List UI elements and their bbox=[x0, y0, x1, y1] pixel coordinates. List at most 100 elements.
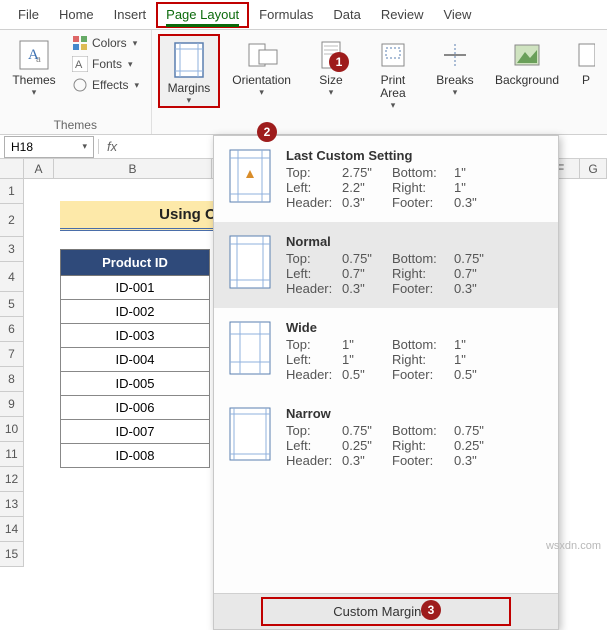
col-header-g[interactable]: G bbox=[580, 159, 607, 178]
row-header[interactable]: 10 bbox=[0, 417, 24, 442]
partial-icon bbox=[577, 38, 595, 72]
name-box[interactable]: H18 ▾ bbox=[4, 136, 94, 158]
row-header[interactable]: 12 bbox=[0, 467, 24, 492]
orientation-icon bbox=[245, 38, 279, 72]
row-header[interactable]: 1 bbox=[0, 179, 24, 204]
margins-dropdown: Last Custom Setting Top:2.75"Bottom:1" L… bbox=[213, 135, 559, 630]
tab-data[interactable]: Data bbox=[323, 2, 370, 28]
orientation-label: Orientation bbox=[232, 74, 291, 87]
colors-label: Colors bbox=[92, 36, 127, 50]
tab-formulas[interactable]: Formulas bbox=[249, 2, 323, 28]
background-icon bbox=[510, 38, 544, 72]
table-cell[interactable]: ID-005 bbox=[60, 372, 210, 396]
themes-button[interactable]: A a Themes ▾ bbox=[6, 34, 62, 98]
table-cell[interactable]: ID-006 bbox=[60, 396, 210, 420]
row-header[interactable]: 5 bbox=[0, 292, 24, 317]
effects-button[interactable]: Effects ▾ bbox=[68, 76, 143, 94]
chevron-down-icon: ▾ bbox=[32, 87, 37, 98]
print-area-label: Print Area bbox=[380, 74, 405, 100]
table-cell[interactable]: ID-008 bbox=[60, 444, 210, 468]
row-header[interactable]: 6 bbox=[0, 317, 24, 342]
orientation-button[interactable]: Orientation ▾ bbox=[226, 34, 297, 98]
data-table: Product ID ID-001 ID-002 ID-003 ID-004 I… bbox=[60, 249, 210, 468]
ribbon: A a Themes ▾ Colors▾ A Fonts▾ Effects▾ bbox=[0, 30, 607, 135]
custom-margins-item[interactable]: Custom Margins... bbox=[214, 593, 558, 629]
table-cell[interactable]: ID-007 bbox=[60, 420, 210, 444]
row-header[interactable]: 3 bbox=[0, 237, 24, 262]
breaks-icon bbox=[438, 38, 472, 72]
watermark: wsxdn.com bbox=[546, 540, 601, 552]
tab-page-layout[interactable]: Page Layout bbox=[156, 2, 249, 28]
margins-option-narrow[interactable]: Narrow Top:0.75"Bottom:0.75" Left:0.25"R… bbox=[214, 394, 558, 480]
chevron-down-icon: ▾ bbox=[82, 141, 87, 152]
preset-title: Wide bbox=[286, 320, 546, 335]
row-headers: 1 2 3 4 5 6 7 8 9 10 11 12 13 14 15 bbox=[0, 179, 24, 567]
themes-label: Themes bbox=[12, 74, 55, 87]
effects-label: Effects bbox=[92, 78, 128, 92]
group-themes: A a Themes ▾ Colors▾ A Fonts▾ Effects▾ bbox=[0, 30, 152, 134]
row-header[interactable]: 8 bbox=[0, 367, 24, 392]
name-box-value: H18 bbox=[11, 140, 33, 154]
margins-icon bbox=[172, 40, 206, 80]
preset-title: Last Custom Setting bbox=[286, 148, 546, 163]
annotation-marker-3: 3 bbox=[421, 600, 441, 620]
table-cell[interactable]: ID-004 bbox=[60, 348, 210, 372]
background-button[interactable]: Background bbox=[489, 34, 565, 87]
row-header[interactable]: 2 bbox=[0, 204, 24, 237]
fonts-label: Fonts bbox=[92, 57, 122, 71]
col-header-b[interactable]: B bbox=[54, 159, 212, 178]
tab-insert[interactable]: Insert bbox=[104, 2, 157, 28]
print-area-button[interactable]: Print Area ▾ bbox=[365, 34, 421, 111]
tab-review[interactable]: Review bbox=[371, 2, 434, 28]
margins-button[interactable]: Margins ▾ bbox=[158, 34, 221, 108]
partial-label: P bbox=[582, 74, 590, 87]
margins-preset-icon bbox=[228, 320, 272, 376]
svg-text:a: a bbox=[36, 53, 41, 65]
group-page-setup: Margins ▾ Orientation ▾ Size ▾ Print Are… bbox=[152, 30, 607, 134]
row-header[interactable]: 4 bbox=[0, 262, 24, 292]
annotation-marker-1: 1 bbox=[329, 52, 349, 72]
breaks-button[interactable]: Breaks ▾ bbox=[427, 34, 483, 98]
row-header[interactable]: 15 bbox=[0, 542, 24, 567]
row-header[interactable]: 9 bbox=[0, 392, 24, 417]
breaks-label: Breaks bbox=[436, 74, 473, 87]
size-label: Size bbox=[319, 74, 342, 87]
table-cell[interactable]: ID-003 bbox=[60, 324, 210, 348]
chevron-down-icon: ▾ bbox=[134, 80, 139, 91]
chevron-down-icon: ▾ bbox=[128, 59, 133, 70]
fonts-button[interactable]: A Fonts ▾ bbox=[68, 55, 143, 73]
row-header[interactable]: 7 bbox=[0, 342, 24, 367]
tab-file[interactable]: File bbox=[8, 2, 49, 28]
row-header[interactable]: 13 bbox=[0, 492, 24, 517]
row-header[interactable]: 14 bbox=[0, 517, 24, 542]
group-themes-label: Themes bbox=[6, 116, 145, 132]
preset-title: Narrow bbox=[286, 406, 546, 421]
preset-title: Normal bbox=[286, 234, 546, 249]
chevron-down-icon: ▾ bbox=[329, 87, 334, 98]
select-all-corner[interactable] bbox=[0, 159, 24, 178]
row-header[interactable]: 11 bbox=[0, 442, 24, 467]
table-cell[interactable]: ID-001 bbox=[60, 276, 210, 300]
chevron-down-icon: ▾ bbox=[391, 100, 396, 111]
col-header-a[interactable]: A bbox=[24, 159, 54, 178]
table-header: Product ID bbox=[60, 249, 210, 276]
table-cell[interactable]: ID-002 bbox=[60, 300, 210, 324]
svg-text:A: A bbox=[75, 59, 83, 71]
margins-preset-icon bbox=[228, 234, 272, 290]
partial-button[interactable]: P bbox=[571, 34, 601, 87]
chevron-down-icon: ▾ bbox=[133, 38, 138, 49]
chevron-down-icon: ▾ bbox=[453, 87, 458, 98]
margins-option-normal[interactable]: Normal Top:0.75"Bottom:0.75" Left:0.7"Ri… bbox=[214, 222, 558, 308]
margins-option-wide[interactable]: Wide Top:1"Bottom:1" Left:1"Right:1" Hea… bbox=[214, 308, 558, 394]
chevron-down-icon: ▾ bbox=[187, 95, 192, 106]
margins-label: Margins bbox=[168, 82, 211, 95]
tab-home[interactable]: Home bbox=[49, 2, 104, 28]
tab-view[interactable]: View bbox=[433, 2, 481, 28]
ribbon-tabs: File Home Insert Page Layout Formulas Da… bbox=[0, 0, 607, 30]
margins-preset-icon bbox=[228, 406, 272, 462]
fx-label[interactable]: fx bbox=[98, 139, 125, 154]
background-label: Background bbox=[495, 74, 559, 87]
themes-icon: A a bbox=[17, 38, 51, 72]
colors-button[interactable]: Colors ▾ bbox=[68, 34, 143, 52]
margins-option-last-custom[interactable]: Last Custom Setting Top:2.75"Bottom:1" L… bbox=[214, 136, 558, 222]
